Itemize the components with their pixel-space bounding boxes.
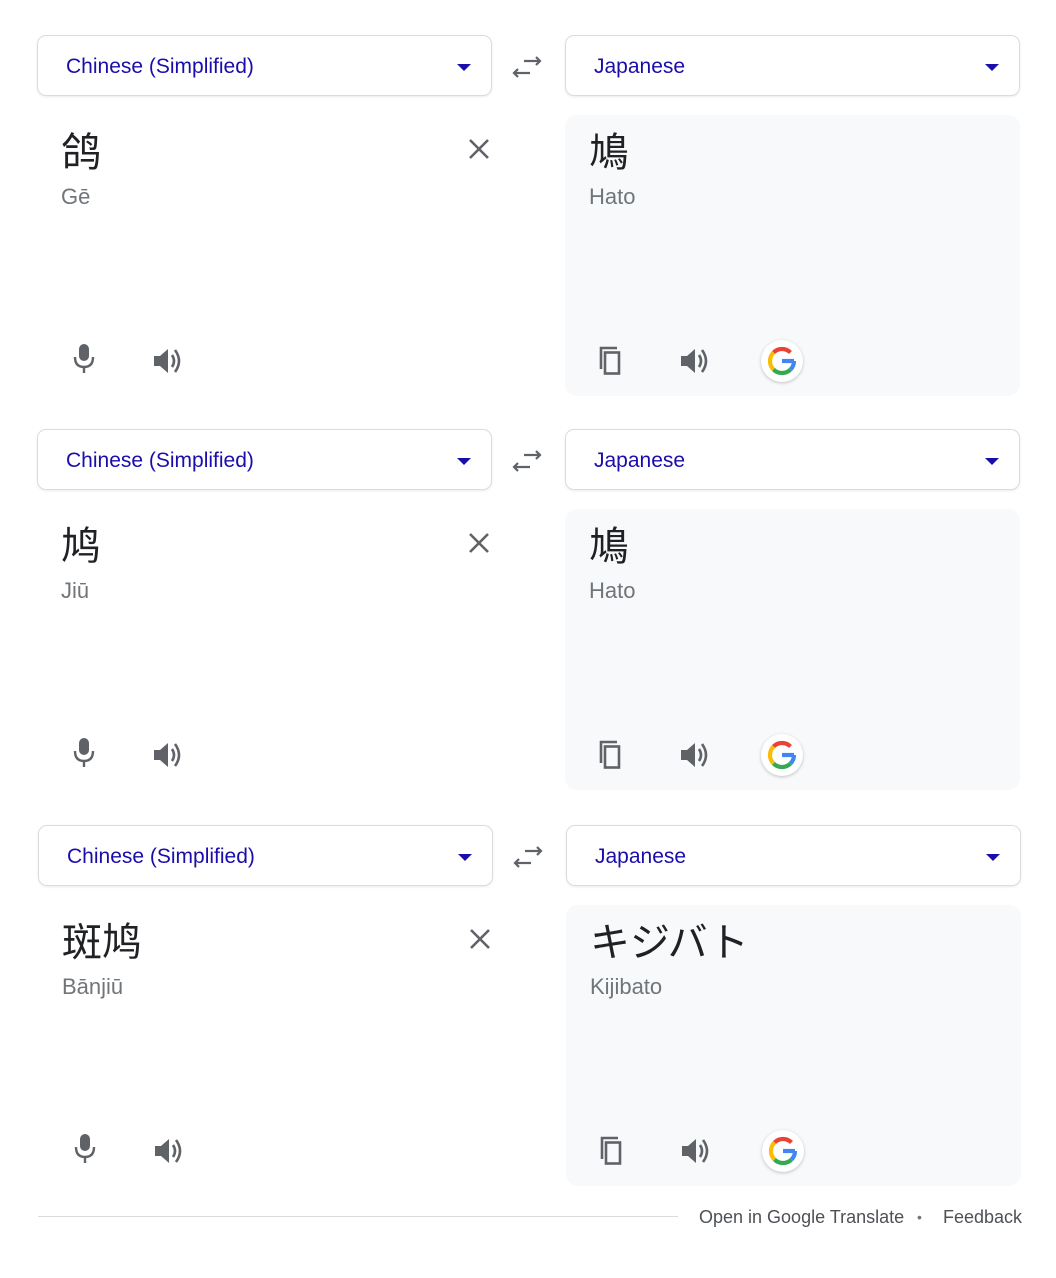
google-g-logo-icon bbox=[768, 1136, 798, 1166]
source-language-select[interactable]: Chinese (Simplified) bbox=[37, 35, 492, 96]
speaker-icon[interactable] bbox=[678, 1133, 714, 1169]
copy-icon[interactable] bbox=[593, 343, 629, 379]
google-search-button[interactable] bbox=[761, 734, 803, 776]
copy-icon[interactable] bbox=[593, 737, 629, 773]
translated-text: 鳩 bbox=[589, 524, 629, 570]
microphone-icon[interactable] bbox=[67, 1131, 103, 1167]
target-language-label: Japanese bbox=[594, 449, 686, 472]
source-text: 斑鸠 bbox=[62, 920, 142, 966]
translated-romanization: Kijibato bbox=[590, 974, 663, 999]
target-language-select[interactable]: Japanese bbox=[566, 825, 1021, 886]
copy-icon[interactable] bbox=[594, 1133, 630, 1169]
close-icon[interactable] bbox=[467, 137, 491, 161]
translated-text: キジバト bbox=[590, 920, 749, 966]
chevron-down-icon bbox=[985, 458, 999, 465]
source-language-label: Chinese (Simplified) bbox=[67, 845, 255, 868]
translated-text: 鳩 bbox=[589, 130, 629, 176]
target-language-label: Japanese bbox=[594, 55, 686, 78]
chevron-down-icon bbox=[985, 64, 999, 71]
source-text: 鸠 bbox=[61, 524, 101, 570]
source-text-area[interactable]: 鸽 Gē bbox=[37, 115, 508, 396]
source-romanization: Jiū bbox=[61, 578, 90, 603]
microphone-icon[interactable] bbox=[66, 341, 102, 377]
translation-result-area: 鳩 Hato bbox=[565, 509, 1020, 790]
open-in-google-translate-link[interactable]: Open in Google Translate bbox=[699, 1206, 904, 1228]
translation-result-area: キジバト Kijibato bbox=[566, 905, 1021, 1186]
source-text-area[interactable]: 鸠 Jiū bbox=[37, 509, 508, 790]
close-icon[interactable] bbox=[467, 531, 491, 555]
translate-widget-1: Chinese (Simplified) Japanese 鸽 Gē 鳩 Hat… bbox=[0, 0, 1056, 396]
microphone-icon[interactable] bbox=[66, 735, 102, 771]
speaker-icon[interactable] bbox=[677, 737, 713, 773]
source-romanization: Gē bbox=[61, 184, 91, 209]
google-search-button[interactable] bbox=[761, 340, 803, 382]
swap-languages-icon[interactable] bbox=[512, 54, 542, 80]
speaker-icon[interactable] bbox=[677, 343, 713, 379]
chevron-down-icon bbox=[986, 854, 1000, 861]
target-language-label: Japanese bbox=[595, 845, 687, 868]
translated-romanization: Hato bbox=[589, 184, 636, 209]
speaker-icon[interactable] bbox=[151, 1133, 187, 1169]
translated-romanization: Hato bbox=[589, 578, 636, 603]
chevron-down-icon bbox=[457, 458, 471, 465]
feedback-link[interactable]: Feedback bbox=[943, 1206, 1022, 1228]
source-language-label: Chinese (Simplified) bbox=[66, 55, 254, 78]
source-romanization: Bānjiū bbox=[62, 974, 124, 999]
source-language-label: Chinese (Simplified) bbox=[66, 449, 254, 472]
target-language-select[interactable]: Japanese bbox=[565, 35, 1020, 96]
source-language-select[interactable]: Chinese (Simplified) bbox=[38, 825, 493, 886]
close-icon[interactable] bbox=[468, 927, 492, 951]
google-g-logo-icon bbox=[767, 740, 797, 770]
speaker-icon[interactable] bbox=[150, 737, 186, 773]
source-text-area[interactable]: 斑鸠 Bānjiū bbox=[38, 905, 509, 1186]
translation-result-area: 鳩 Hato bbox=[565, 115, 1020, 396]
chevron-down-icon bbox=[458, 854, 472, 861]
speaker-icon[interactable] bbox=[150, 343, 186, 379]
google-search-button[interactable] bbox=[762, 1130, 804, 1172]
footer-separator: • bbox=[917, 1209, 922, 1225]
source-text: 鸽 bbox=[61, 130, 101, 176]
footer-divider bbox=[38, 1216, 678, 1217]
google-g-logo-icon bbox=[767, 346, 797, 376]
swap-languages-icon[interactable] bbox=[512, 448, 542, 474]
swap-languages-icon[interactable] bbox=[513, 844, 543, 870]
source-language-select[interactable]: Chinese (Simplified) bbox=[37, 429, 492, 490]
translate-widget-2: Chinese (Simplified) Japanese 鸠 Jiū 鳩 Ha… bbox=[0, 394, 1056, 790]
translate-widget-3: Chinese (Simplified) Japanese 斑鸠 Bānjiū … bbox=[0, 790, 1056, 1186]
chevron-down-icon bbox=[457, 64, 471, 71]
target-language-select[interactable]: Japanese bbox=[565, 429, 1020, 490]
